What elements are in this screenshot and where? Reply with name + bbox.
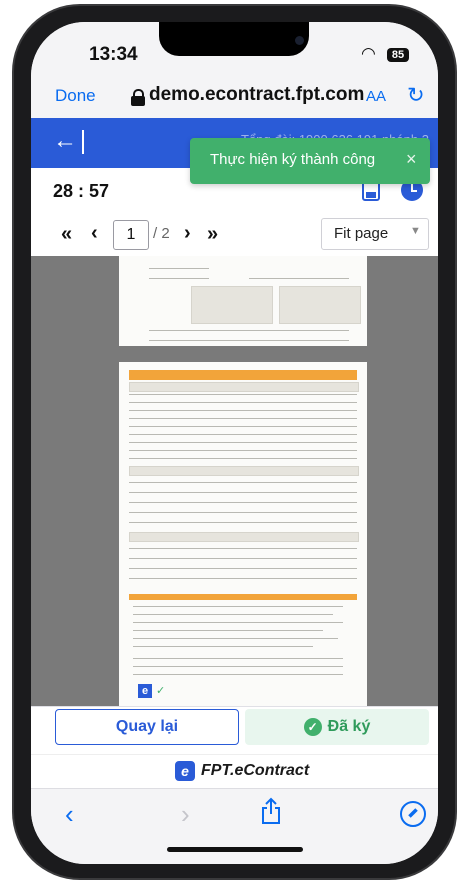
back-arrow-icon[interactable]: ← — [53, 127, 77, 155]
next-page-button[interactable]: › — [184, 222, 191, 245]
zoom-select[interactable]: Fit page ▼ — [321, 218, 429, 250]
header-divider — [82, 130, 84, 154]
brand-name: FPT.eContract — [201, 762, 310, 779]
chevron-right-icon: › — [181, 799, 190, 829]
zoom-value: Fit page — [334, 225, 389, 242]
done-button[interactable]: Done — [55, 86, 96, 106]
back-button[interactable]: Quay lại — [55, 709, 239, 745]
document-page-2: e ✓ — [119, 362, 367, 706]
pdf-toolbar: « ‹ 1 / 2 › » Fit page ▼ — [31, 216, 438, 256]
safari-address-bar: Done demo.econtract.fpt.com AA ↻ — [31, 80, 438, 118]
signed-button[interactable]: ✓ Đã ký — [245, 709, 429, 745]
success-toast: Thực hiện ký thành công × — [190, 138, 430, 184]
home-indicator — [167, 847, 303, 852]
status-time: 13:34 — [89, 44, 138, 65]
last-page-button[interactable]: » — [207, 223, 218, 246]
wifi-icon: ◠ — [361, 44, 376, 63]
brand-logo-icon: e — [175, 761, 195, 781]
check-icon: ✓ — [303, 717, 322, 736]
chevron-down-icon: ▼ — [410, 225, 421, 237]
safari-toolbar: ‹ › — [31, 788, 438, 864]
document-viewer[interactable]: e ✓ — [31, 256, 438, 706]
compass-icon[interactable] — [400, 801, 426, 827]
page-total: / 2 — [153, 225, 170, 242]
first-page-button[interactable]: « — [61, 223, 72, 246]
phone-frame: 13:34 ◠ 85 Done demo.econtract.fpt.com A… — [0, 0, 469, 886]
camera — [295, 36, 304, 45]
battery-indicator: 85 — [387, 48, 409, 62]
check-icon: ✓ — [156, 685, 166, 697]
session-timer: 28 : 57 — [53, 181, 110, 201]
screen: 13:34 ◠ 85 Done demo.econtract.fpt.com A… — [31, 22, 438, 864]
page-number-input[interactable]: 1 — [113, 220, 149, 250]
previous-page-button[interactable]: ‹ — [91, 222, 98, 245]
signature-stamp: e — [138, 684, 152, 698]
status-bar: 13:34 ◠ 85 — [31, 22, 438, 84]
notch — [159, 22, 309, 56]
share-icon[interactable] — [260, 797, 282, 825]
action-bar: Quay lại ✓ Đã ký — [31, 706, 438, 755]
reload-icon[interactable]: ↻ — [407, 83, 425, 108]
chevron-left-icon[interactable]: ‹ — [65, 799, 74, 830]
signed-label: Đã ký — [327, 718, 371, 735]
close-icon[interactable]: × — [406, 149, 417, 170]
lock-icon — [131, 89, 145, 106]
text-size-button[interactable]: AA — [366, 88, 386, 105]
toast-message: Thực hiện ký thành công — [210, 151, 376, 168]
brand-footer: e FPT.eContract — [31, 754, 438, 789]
url-domain[interactable]: demo.econtract.fpt.com — [149, 84, 364, 106]
document-page-1 — [119, 256, 367, 346]
